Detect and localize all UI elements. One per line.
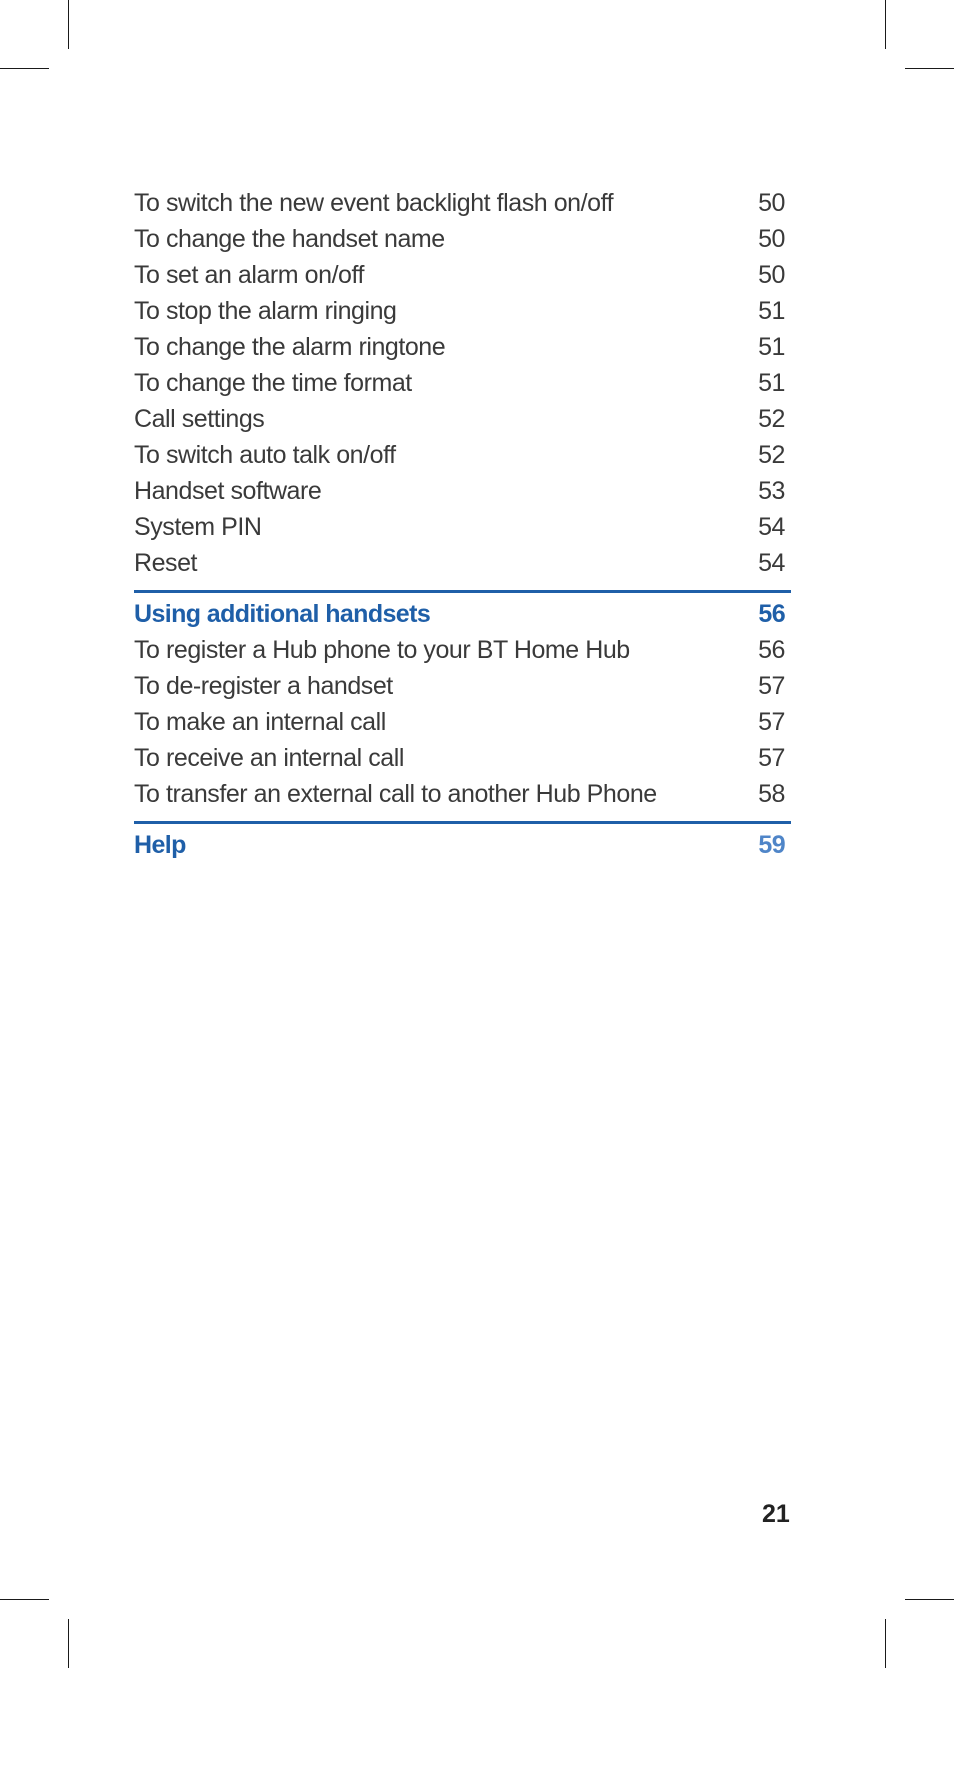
toc-entry-page: 53 [758,477,785,505]
table-of-contents: To switch the new event backlight flash … [134,185,791,863]
toc-group-additional-handsets: To register a Hub phone to your BT Home … [134,632,791,812]
toc-entry-label: To make an internal call [134,708,386,736]
toc-entry[interactable]: To de-register a handset 57 [134,668,791,704]
toc-entry-page: 54 [758,513,785,541]
toc-entry-page: 50 [758,189,785,217]
toc-entry[interactable]: To switch the new event backlight flash … [134,185,791,221]
toc-entry[interactable]: To transfer an external call to another … [134,776,791,812]
toc-group-settings: To switch the new event backlight flash … [134,185,791,581]
page-number: 21 [762,1500,790,1528]
toc-entry-page: 57 [758,708,785,736]
section-divider [134,821,791,824]
toc-entry-label: To change the time format [134,369,412,397]
crop-mark-top-left-vertical [68,0,69,49]
toc-entry[interactable]: Call settings 52 [134,401,791,437]
toc-entry-label: System PIN [134,513,262,541]
toc-entry[interactable]: To change the handset name 50 [134,221,791,257]
toc-entry-label: To switch the new event backlight flash … [134,189,614,217]
toc-section-label: Help [134,831,186,859]
toc-section-label: Using additional handsets [134,600,431,628]
toc-section-page: 59 [758,831,785,859]
toc-entry-page: 52 [758,405,785,433]
crop-mark-bottom-left-horizontal [0,1599,49,1600]
toc-entry-page: 51 [758,297,785,325]
toc-entry[interactable]: To receive an internal call 57 [134,740,791,776]
toc-entry[interactable]: To make an internal call 57 [134,704,791,740]
toc-entry[interactable]: To set an alarm on/off 50 [134,257,791,293]
toc-entry-page: 52 [758,441,785,469]
toc-entry-label: Handset software [134,477,322,505]
toc-entry-label: To receive an internal call [134,744,404,772]
toc-entry-label: To de-register a handset [134,672,393,700]
toc-entry-label: To set an alarm on/off [134,261,365,289]
crop-mark-bottom-left-vertical [68,1619,69,1668]
toc-entry-label: To register a Hub phone to your BT Home … [134,636,630,664]
toc-entry-page: 56 [758,636,785,664]
toc-section-page: 56 [758,600,785,628]
toc-entry-page: 57 [758,744,785,772]
crop-mark-top-left-horizontal [0,68,49,69]
toc-entry-page: 58 [758,780,785,808]
toc-entry[interactable]: To stop the alarm ringing 51 [134,293,791,329]
toc-entry-page: 57 [758,672,785,700]
toc-entry[interactable]: System PIN 54 [134,509,791,545]
toc-entry[interactable]: Handset software 53 [134,473,791,509]
crop-mark-bottom-right-vertical [885,1619,886,1668]
crop-mark-bottom-right-horizontal [905,1599,954,1600]
toc-entry[interactable]: To change the time format 51 [134,365,791,401]
toc-entry[interactable]: To register a Hub phone to your BT Home … [134,632,791,668]
toc-entry[interactable]: To change the alarm ringtone 51 [134,329,791,365]
toc-entry[interactable]: To switch auto talk on/off 52 [134,437,791,473]
toc-section-using-additional-handsets[interactable]: Using additional handsets 56 [134,596,791,632]
toc-entry-page: 54 [758,549,785,577]
section-divider [134,590,791,593]
toc-section-help[interactable]: Help 59 [134,827,791,863]
toc-entry-page: 50 [758,261,785,289]
toc-entry-label: Call settings [134,405,265,433]
toc-entry-label: To change the alarm ringtone [134,333,446,361]
toc-entry-label: To change the handset name [134,225,445,253]
toc-entry-label: To stop the alarm ringing [134,297,397,325]
toc-entry-label: To switch auto talk on/off [134,441,396,469]
toc-entry-page: 51 [758,369,785,397]
toc-entry-page: 50 [758,225,785,253]
toc-entry-label: Reset [134,549,198,577]
toc-entry-label: To transfer an external call to another … [134,780,657,808]
toc-entry[interactable]: Reset 54 [134,545,791,581]
crop-mark-top-right-vertical [885,0,886,49]
toc-entry-page: 51 [758,333,785,361]
crop-mark-top-right-horizontal [905,68,954,69]
